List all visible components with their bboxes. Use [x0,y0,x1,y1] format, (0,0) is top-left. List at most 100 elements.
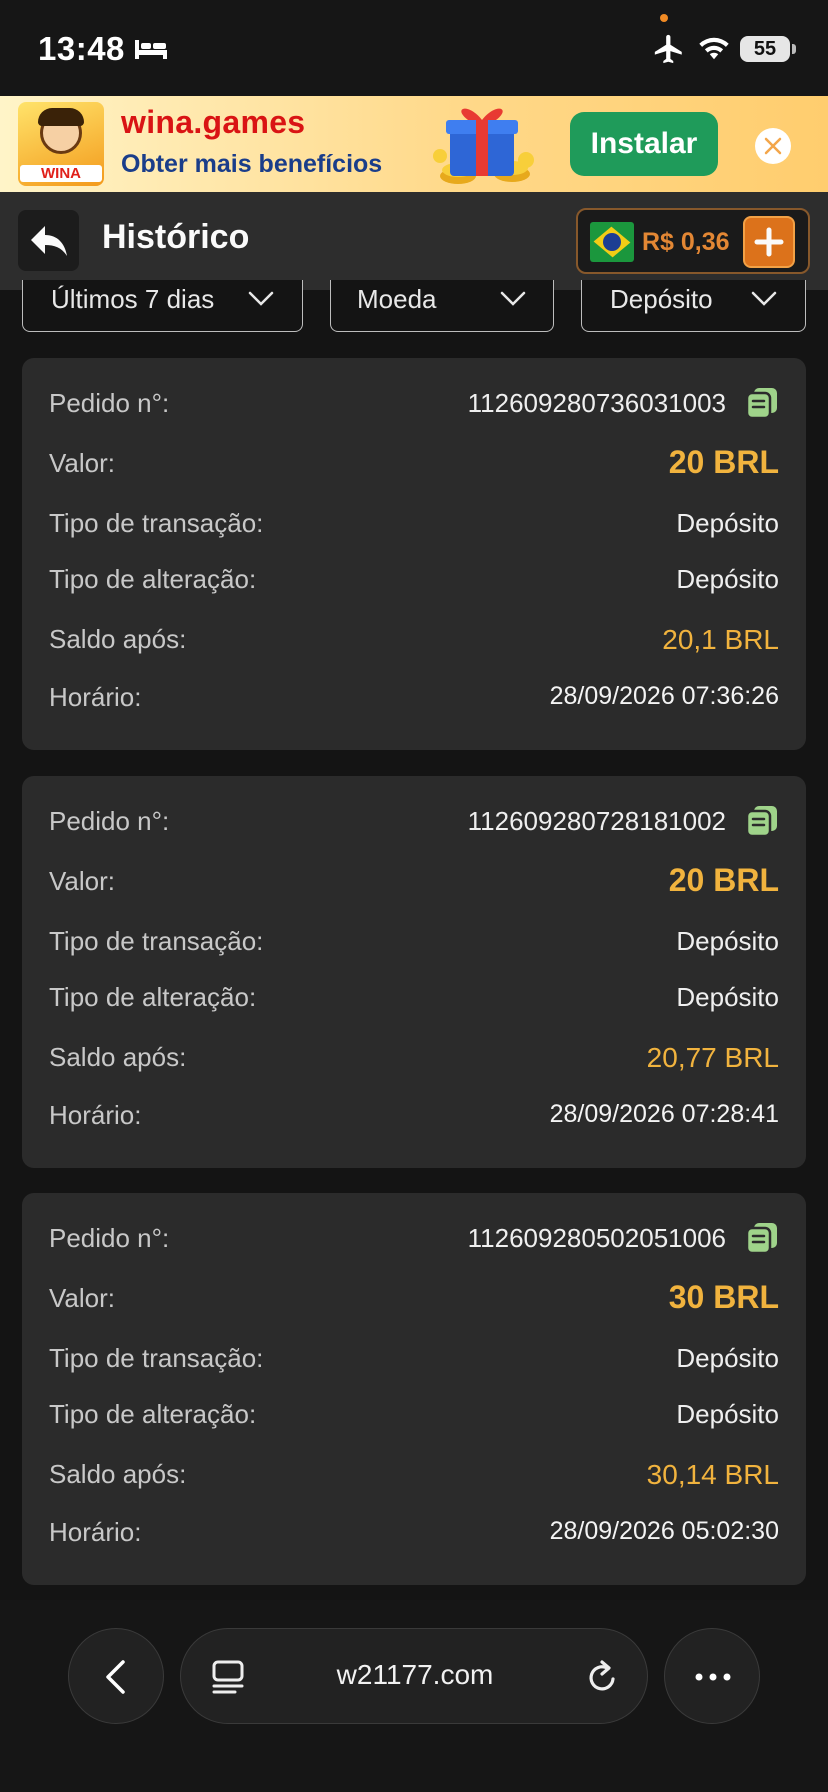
transaction-type-row: Tipo de transação: Depósito [22,920,806,960]
url-text: w21177.com [336,1659,494,1690]
browser-back-button[interactable] [68,1628,164,1724]
balance-after-value: 30,14 BRL [646,1459,779,1490]
order-number-label: Pedido n°: [49,806,170,836]
privacy-indicator-dot [660,14,668,22]
filter-date-label: Últimos 7 dias [51,284,215,314]
balance-after-row: Saldo após: 30,14 BRL [22,1453,806,1493]
page-header: Histórico R$ 0,36 [0,192,828,290]
amount-row: Valor: 20 BRL [22,442,806,482]
transaction-type-value: Depósito [676,1343,779,1373]
copy-icon[interactable] [745,386,779,420]
chevron-down-icon [751,291,777,306]
page: 13:48 55 WINA wina.games Obter mais bene… [0,0,828,1792]
more-dots-icon [695,1673,731,1681]
time-row: Horário: 28/09/2026 07:36:26 [22,676,806,716]
app-logo: WINA [18,102,104,186]
mascot-hair [38,108,84,126]
filter-type[interactable]: Depósito [581,280,806,332]
chevron-down-icon [248,291,274,306]
filter-date-range[interactable]: Últimos 7 dias [22,280,303,332]
order-number: 112609280736031003 [467,388,726,418]
brazil-flag-icon [590,222,634,262]
change-type-row: Tipo de alteração: Depósito [22,1393,806,1433]
banner-title: wina.games [121,104,306,140]
balance-after-label: Saldo após: [49,1042,187,1072]
balance-amount: R$ 0,36 [642,228,730,256]
amount-label: Valor: [49,1283,115,1313]
browser-toolbar: w21177.com [0,1600,828,1792]
transaction-type-value: Depósito [676,508,779,538]
back-button[interactable] [18,210,79,271]
order-number-row: Pedido n°: 112609280728181002 [22,800,806,840]
more-options-button[interactable] [664,1628,760,1724]
bed-icon [135,40,167,59]
airplane-icon [654,34,682,64]
order-card: Pedido n°: 112609280736031003 Valor: 20 … [22,358,806,750]
order-number-row: Pedido n°: 112609280736031003 [22,382,806,422]
battery-cap [792,44,796,54]
balance-after-label: Saldo após: [49,624,187,654]
order-number-label: Pedido n°: [49,1223,170,1253]
balance-after-value: 20,77 BRL [646,1042,779,1073]
copy-icon[interactable] [745,1221,779,1255]
plus-icon [754,227,784,257]
banner-subtitle: Obter mais benefícios [121,150,383,178]
balance-after-row: Saldo após: 20,77 BRL [22,1036,806,1076]
transaction-type-label: Tipo de transação: [49,1343,264,1373]
order-number-label: Pedido n°: [49,388,170,418]
chevron-down-icon [500,291,526,306]
time-row: Horário: 28/09/2026 07:28:41 [22,1094,806,1134]
amount-value: 20 BRL [668,862,779,898]
change-type-label: Tipo de alteração: [49,1399,257,1429]
balance-after-row: Saldo após: 20,1 BRL [22,618,806,658]
transaction-type-label: Tipo de transação: [49,926,264,956]
amount-label: Valor: [49,448,115,478]
status-bar: 13:48 55 [0,0,828,96]
time-value: 28/09/2026 05:02:30 [549,1517,779,1545]
deposit-plus-button[interactable] [743,216,795,268]
gift-icon [433,108,534,184]
copy-icon[interactable] [745,804,779,838]
balance-after-value: 20,1 BRL [662,624,779,655]
order-card: Pedido n°: 112609280502051006 Valor: 30 … [22,1193,806,1585]
battery-icon: 55 [740,36,790,62]
change-type-label: Tipo de alteração: [49,564,257,594]
time-value: 28/09/2026 07:36:26 [549,682,779,710]
transaction-type-label: Tipo de transação: [49,508,264,538]
time-row: Horário: 28/09/2026 05:02:30 [22,1511,806,1551]
amount-row: Valor: 20 BRL [22,860,806,900]
amount-row: Valor: 30 BRL [22,1277,806,1317]
amount-value: 30 BRL [668,1279,779,1315]
time-label: Horário: [49,1100,142,1130]
status-time: 13:48 [38,30,125,67]
order-card: Pedido n°: 112609280728181002 Valor: 20 … [22,776,806,1168]
amount-value: 20 BRL [668,444,779,480]
change-type-value: Depósito [676,1399,779,1429]
transaction-type-row: Tipo de transação: Depósito [22,1337,806,1377]
change-type-label: Tipo de alteração: [49,982,257,1012]
amount-label: Valor: [49,866,115,896]
close-icon [764,137,782,155]
address-bar[interactable]: w21177.com [180,1628,648,1724]
reload-icon[interactable] [585,1659,619,1695]
install-banner[interactable]: WINA wina.games Obter mais benefícios In… [0,96,828,192]
order-number: 112609280728181002 [467,806,726,836]
transaction-type-value: Depósito [676,926,779,956]
banner-close-button[interactable] [755,128,791,164]
change-type-row: Tipo de alteração: Depósito [22,976,806,1016]
balance-widget[interactable]: R$ 0,36 [576,208,810,274]
chevron-left-icon [106,1660,125,1694]
filter-type-label: Depósito [610,284,713,314]
change-type-value: Depósito [676,982,779,1012]
balance-after-label: Saldo após: [49,1459,187,1489]
install-button[interactable]: Instalar [570,112,718,176]
order-number: 112609280502051006 [467,1223,726,1253]
order-number-row: Pedido n°: 112609280502051006 [22,1217,806,1257]
filter-currency-label: Moeda [357,284,437,314]
transaction-type-row: Tipo de transação: Depósito [22,502,806,542]
back-arrow-icon [31,226,67,256]
wifi-icon [699,37,729,60]
change-type-value: Depósito [676,564,779,594]
filter-currency[interactable]: Moeda [330,280,554,332]
time-value: 28/09/2026 07:28:41 [549,1100,779,1128]
